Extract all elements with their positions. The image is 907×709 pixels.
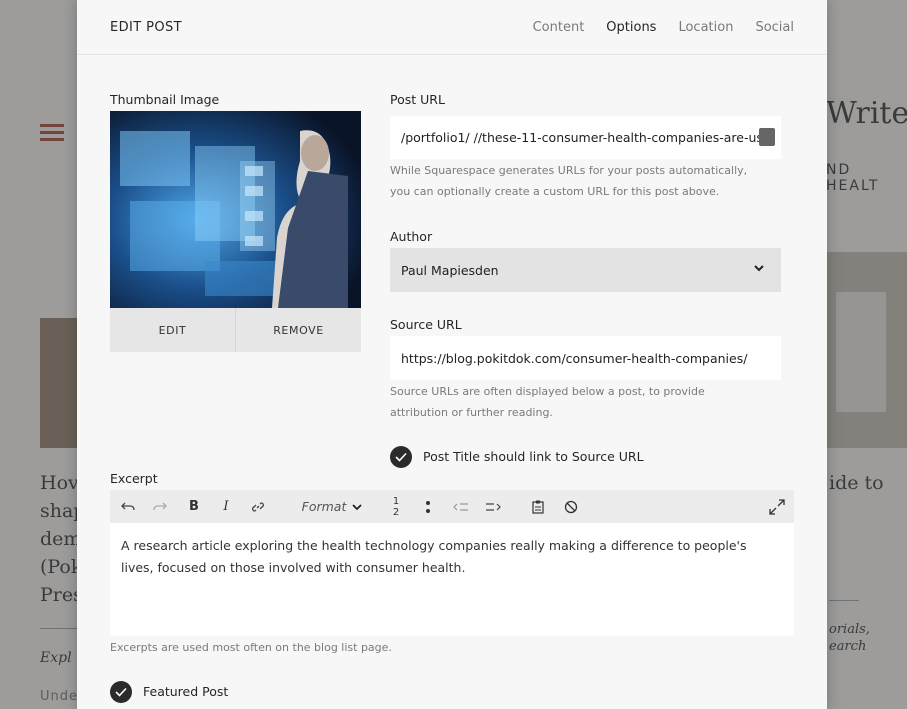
post-url-input[interactable]: /portfolio1/ //these-11-consumer-health-…	[390, 116, 781, 159]
excerpt-text-line: A research article exploring the health …	[121, 538, 747, 553]
tab-location[interactable]: Location	[678, 20, 733, 35]
bold-icon[interactable]: B	[184, 490, 204, 523]
author-label: Author	[390, 229, 433, 244]
author-value: Paul Mapiesden	[401, 262, 499, 278]
tab-options[interactable]: Options	[606, 20, 656, 35]
unordered-list-icon[interactable]	[418, 490, 438, 523]
thumbnail-label: Thumbnail Image	[110, 92, 220, 107]
expand-icon[interactable]	[766, 490, 788, 523]
checkmark-icon	[115, 687, 127, 697]
source-url-help: Source URLs are often displayed below a …	[390, 385, 705, 419]
featured-post-label: Featured Post	[143, 684, 229, 699]
thumbnail-edit-button[interactable]: EDIT	[110, 308, 235, 352]
chevron-down-icon	[352, 503, 362, 510]
editor-toolbar: B I Format 12	[110, 490, 794, 523]
thumbnail-image	[110, 111, 361, 308]
thumbnail-actions: EDIT REMOVE	[110, 308, 361, 352]
indent-icon[interactable]	[482, 490, 504, 523]
format-label: Format	[301, 499, 347, 514]
source-url-label: Source URL	[390, 317, 462, 332]
dialog-title: EDIT POST	[110, 20, 182, 35]
excerpt-text-line: lives, focused on those involved with co…	[121, 560, 466, 575]
excerpt-editor[interactable]: A research article exploring the health …	[110, 523, 794, 636]
source-link-checkbox[interactable]	[390, 446, 412, 468]
clear-format-icon[interactable]	[561, 490, 581, 523]
source-url-value: https://blog.pokitdok.com/consumer-healt…	[401, 350, 748, 366]
undo-icon[interactable]	[118, 490, 138, 523]
italic-icon[interactable]: I	[216, 490, 236, 523]
source-url-input[interactable]: https://blog.pokitdok.com/consumer-healt…	[390, 336, 781, 380]
source-link-label: Post Title should link to Source URL	[423, 449, 644, 464]
dialog-header: EDIT POST Content Options Location Socia…	[77, 0, 827, 55]
outdent-icon[interactable]	[450, 490, 472, 523]
thumbnail-remove-button[interactable]: REMOVE	[235, 308, 361, 352]
dialog-tabs: Content Options Location Social	[533, 20, 794, 35]
author-select[interactable]: Paul Mapiesden	[390, 248, 781, 292]
format-dropdown[interactable]: Format	[296, 490, 368, 523]
post-url-label: Post URL	[390, 92, 445, 107]
post-url-help: While Squarespace generates URLs for you…	[390, 164, 748, 198]
url-lock-icon[interactable]	[759, 128, 775, 146]
paste-icon[interactable]	[528, 490, 548, 523]
checkmark-icon	[395, 452, 407, 462]
tab-social[interactable]: Social	[755, 20, 794, 35]
excerpt-help: Excerpts are used most often on the blog…	[110, 641, 392, 654]
ordered-list-icon[interactable]: 12	[386, 490, 406, 523]
link-icon[interactable]	[248, 490, 268, 523]
tab-content[interactable]: Content	[533, 20, 585, 35]
featured-post-checkbox[interactable]	[110, 681, 132, 703]
excerpt-label: Excerpt	[110, 471, 158, 486]
chevron-down-icon	[754, 265, 764, 272]
edit-post-dialog: EDIT POST Content Options Location Socia…	[77, 0, 827, 709]
post-url-value: /portfolio1/ //these-11-consumer-health-…	[401, 130, 763, 145]
redo-icon[interactable]	[150, 490, 170, 523]
